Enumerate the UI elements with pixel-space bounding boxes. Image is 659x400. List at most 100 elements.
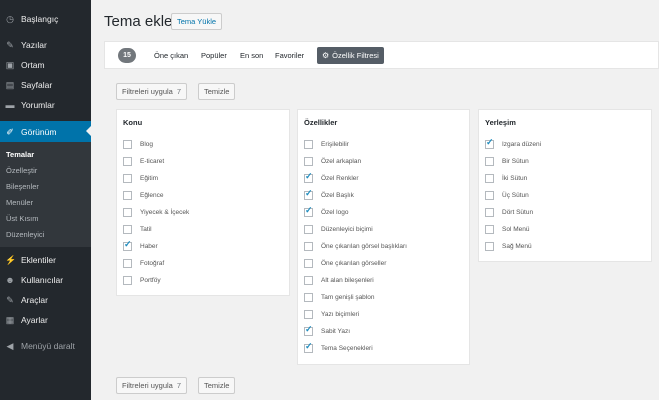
menu-plugins[interactable]: ⚡ Eklentiler — [0, 250, 91, 270]
checkbox-label: Öne çıkarılan görseller — [321, 259, 387, 267]
checkbox[interactable] — [304, 309, 313, 319]
checkbox-row[interactable]: Sol Menü — [485, 224, 529, 234]
checkbox[interactable] — [304, 241, 313, 251]
checkbox[interactable] — [485, 241, 494, 251]
apply-filters-label: Filtreleri uygula — [122, 381, 173, 390]
apply-filters-button[interactable]: Filtreleri uygula 7 — [116, 83, 188, 100]
checkbox-row[interactable]: Eğitim — [123, 173, 158, 183]
submenu-customize[interactable]: Özelleştir — [0, 163, 91, 179]
checkbox[interactable] — [304, 171, 313, 183]
checkbox-row[interactable]: Eğlence — [123, 190, 164, 200]
checkbox[interactable] — [304, 188, 313, 200]
checkbox[interactable] — [304, 205, 313, 217]
checkbox[interactable] — [304, 139, 313, 149]
checkbox-row[interactable]: Tam genişli şablon — [304, 292, 374, 302]
checkbox-row[interactable]: Yazı biçimleri — [304, 309, 359, 319]
checkbox[interactable] — [123, 275, 132, 285]
checkbox[interactable] — [123, 258, 132, 268]
submenu-menus[interactable]: Menüler — [0, 195, 91, 211]
checkbox-label: Fotoğraf — [140, 259, 165, 267]
checkbox-row[interactable]: Blog — [123, 139, 153, 149]
checkbox-row[interactable]: Sağ Menü — [485, 241, 532, 251]
filter-group-layout: Yerleşim Izgara düzeni Bir Sütun İki Süt… — [478, 109, 652, 262]
tab-popular[interactable]: Popüler — [201, 51, 227, 60]
menu-media[interactable]: ▣ Ortam — [0, 55, 91, 75]
checkbox[interactable] — [304, 341, 313, 353]
checkbox-row[interactable]: Tema Seçenekleri — [304, 341, 373, 353]
checkbox[interactable] — [304, 156, 313, 166]
checkbox-label: Yiyecek & İçecek — [140, 208, 190, 216]
checkbox-row[interactable]: Özel Renkler — [304, 171, 359, 183]
checkbox-row[interactable]: Sabit Yazı — [304, 324, 350, 336]
checkbox-row[interactable]: Özel Başlık — [304, 188, 354, 200]
menu-label: Araçlar — [21, 295, 48, 305]
checkbox-label: E-ticaret — [140, 157, 165, 165]
checkbox[interactable] — [485, 156, 494, 166]
checkbox-row[interactable]: Öne çıkarılan görsel başlıkları — [304, 241, 407, 251]
checkbox-row[interactable]: Özel arkaplan — [304, 156, 361, 166]
checkbox[interactable] — [304, 275, 313, 285]
checkbox-row[interactable]: Erişilebilir — [304, 139, 349, 149]
checkbox-row[interactable]: Haber — [123, 239, 158, 251]
clear-filters-button-bottom[interactable]: Temizle — [198, 377, 236, 394]
checkbox-row[interactable]: Düzenleyici biçimi — [304, 224, 373, 234]
page-title: Tema ekle — [104, 13, 173, 30]
upload-theme-button[interactable]: Tema Yükle — [171, 13, 223, 30]
submenu-widgets[interactable]: Bileşenler — [0, 179, 91, 195]
menu-dashboard[interactable]: ◷ Başlangıç — [0, 9, 91, 29]
clear-filters-button[interactable]: Temizle — [198, 83, 236, 100]
feature-filter-button[interactable]: ⚙ Özellik Filtresi — [317, 47, 384, 64]
submenu-themes[interactable]: Temalar — [0, 147, 91, 163]
checkbox-row[interactable]: Yiyecek & İçecek — [123, 207, 189, 217]
checkbox[interactable] — [123, 190, 132, 200]
checkbox[interactable] — [123, 156, 132, 166]
menu-users[interactable]: ☻ Kullanıcılar — [0, 270, 91, 290]
checkbox[interactable] — [485, 137, 494, 149]
checkbox[interactable] — [123, 239, 132, 251]
menu-appearance[interactable]: ✐ Görünüm — [0, 121, 91, 142]
checkbox[interactable] — [304, 324, 313, 336]
checkbox-row[interactable]: Dört Sütun — [485, 207, 533, 217]
menu-tools[interactable]: ✎ Araçlar — [0, 290, 91, 310]
checkbox[interactable] — [123, 173, 132, 183]
checkbox[interactable] — [304, 258, 313, 268]
checkbox-row[interactable]: Özel logo — [304, 205, 348, 217]
checkbox-row[interactable]: Tatil — [123, 224, 152, 234]
collapse-arrow-icon: ◀ — [6, 341, 14, 351]
checkbox[interactable] — [123, 224, 132, 234]
checkbox[interactable] — [123, 139, 132, 149]
menu-label: Eklentiler — [21, 255, 56, 265]
checkbox[interactable] — [304, 224, 313, 234]
checkbox[interactable] — [123, 207, 132, 217]
apply-filters-button-bottom[interactable]: Filtreleri uygula 7 — [116, 377, 188, 394]
checkbox-row[interactable]: Öne çıkarılan görseller — [304, 258, 386, 268]
submenu-editor[interactable]: Düzenleyici — [0, 227, 91, 243]
checkbox-row[interactable]: Fotoğraf — [123, 258, 164, 268]
tab-featured[interactable]: Öne çıkan — [154, 51, 188, 60]
plugin-icon: ⚡ — [5, 255, 17, 265]
group-title: Özellikler — [304, 118, 338, 127]
menu-comments[interactable]: ▬ Yorumlar — [0, 95, 91, 115]
checkbox[interactable] — [485, 173, 494, 183]
checkbox-row[interactable]: İki Sütun — [485, 173, 527, 183]
checkbox-row[interactable]: Portföy — [123, 275, 161, 285]
checkbox-label: Bir Sütun — [502, 157, 529, 165]
checkbox-row[interactable]: Üç Sütun — [485, 190, 529, 200]
collapse-menu-button[interactable]: ◀ Menüyü daralt — [0, 336, 91, 356]
checkbox-row[interactable]: Alt alan bileşenleri — [304, 275, 374, 285]
checkbox-row[interactable]: Izgara düzeni — [485, 137, 541, 149]
submenu-header[interactable]: Üst Kısım — [0, 211, 91, 227]
menu-settings[interactable]: ▦ Ayarlar — [0, 310, 91, 330]
tab-latest[interactable]: En son — [240, 51, 263, 60]
checkbox[interactable] — [485, 224, 494, 234]
tab-favorites[interactable]: Favoriler — [275, 51, 304, 60]
menu-posts[interactable]: ✎ Yazılar — [0, 35, 91, 55]
pin-icon: ✎ — [6, 40, 14, 50]
menu-pages[interactable]: ▤ Sayfalar — [0, 75, 91, 95]
checkbox[interactable] — [304, 292, 313, 302]
checkbox-row[interactable]: E-ticaret — [123, 156, 164, 166]
checkbox-row[interactable]: Bir Sütun — [485, 156, 529, 166]
checkbox[interactable] — [485, 190, 494, 200]
settings-icon: ▦ — [5, 315, 15, 325]
checkbox[interactable] — [485, 207, 494, 217]
